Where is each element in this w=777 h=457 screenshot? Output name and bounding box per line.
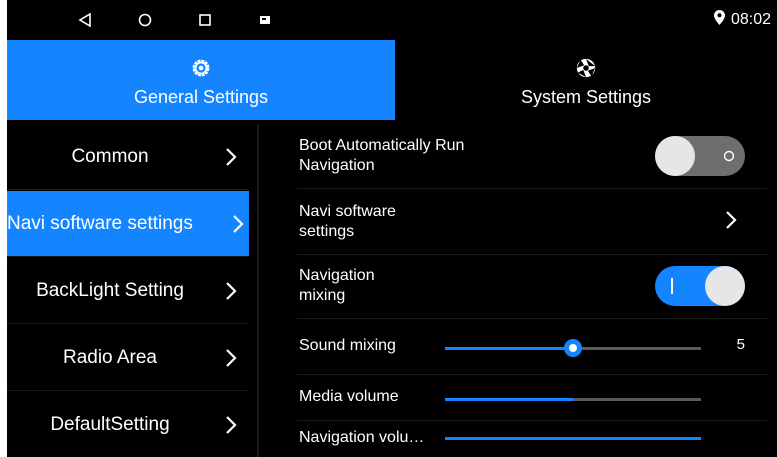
sound-mixing-value: 5 <box>736 336 745 353</box>
slider-fill <box>445 437 701 440</box>
slider-fill <box>445 398 573 401</box>
chevron-right-icon <box>213 281 249 301</box>
toggle-off-icon <box>723 150 735 162</box>
tab-system-settings[interactable]: System Settings <box>395 40 777 120</box>
chevron-right-icon <box>213 415 249 435</box>
sidebar: Common Navi software settings BackLight … <box>7 124 259 457</box>
media-volume-label: Media volume <box>299 388 399 405</box>
navigation-mixing-label: Navigation mixing <box>299 267 375 304</box>
chevron-right-icon <box>213 147 249 167</box>
slider-fill <box>445 347 573 350</box>
location-pin-icon <box>713 10 725 30</box>
toggle-on-icon <box>671 278 673 294</box>
gear-icon <box>190 53 212 83</box>
tab-label: System Settings <box>520 86 652 107</box>
sidebar-item-common[interactable]: Common <box>7 124 249 190</box>
navi-software-row[interactable]: Navi software settings <box>297 188 767 255</box>
screenshot-icon <box>253 0 277 40</box>
sidebar-item-backlight-setting[interactable]: BackLight Setting <box>7 258 249 324</box>
sidebar-item-navi-software-settings[interactable]: Navi software settings <box>7 191 249 257</box>
aperture-icon <box>575 53 597 83</box>
status-bar: 08:02 <box>7 0 777 40</box>
navigation-volume-row: Navigation volu… <box>297 420 767 457</box>
chevron-right-icon <box>725 210 737 235</box>
toggle-knob <box>655 136 695 176</box>
slider-thumb[interactable] <box>564 339 582 357</box>
tab-label: General Settings <box>133 86 269 107</box>
sidebar-item-label: Common <box>71 145 149 167</box>
recents-icon[interactable] <box>193 0 217 40</box>
settings-panel: Boot Automatically Run Navigation Navi s… <box>297 124 767 457</box>
settings-screen: 08:02 General Settings System Settings C… <box>7 0 777 457</box>
navi-software-label: Navi software settings <box>299 203 396 240</box>
navigation-mixing-row[interactable]: Navigation mixing <box>297 254 767 319</box>
navigation-mixing-toggle[interactable] <box>655 266 745 306</box>
media-volume-slider[interactable] <box>445 398 701 401</box>
sidebar-item-label: DefaultSetting <box>50 413 170 435</box>
boot-auto-run-row[interactable]: Boot Automatically Run Navigation <box>297 124 767 189</box>
chevron-right-icon <box>213 348 249 368</box>
tab-general-settings[interactable]: General Settings <box>7 40 395 120</box>
chevron-right-icon <box>227 214 249 234</box>
clock-time: 08:02 <box>730 11 771 28</box>
home-icon[interactable] <box>133 0 157 40</box>
sidebar-item-default-setting[interactable]: DefaultSetting <box>7 392 249 457</box>
sidebar-item-label: Navi software settings <box>7 212 193 234</box>
sound-mixing-slider[interactable] <box>445 339 701 357</box>
sidebar-item-radio-area[interactable]: Radio Area <box>7 325 249 391</box>
sidebar-divider <box>257 124 259 457</box>
toggle-knob <box>705 266 745 306</box>
settings-tabs: General Settings System Settings <box>7 40 777 120</box>
back-icon[interactable] <box>73 0 97 40</box>
boot-auto-run-toggle[interactable] <box>655 136 745 176</box>
media-volume-row: Media volume <box>297 374 767 421</box>
sound-mixing-row: Sound mixing 5 <box>297 318 767 375</box>
status-clock: 08:02 <box>713 0 771 40</box>
sound-mixing-label: Sound mixing <box>299 337 396 354</box>
navigation-volume-slider[interactable] <box>445 437 701 440</box>
navigation-volume-label: Navigation volu… <box>299 429 425 446</box>
sidebar-item-label: BackLight Setting <box>36 279 184 301</box>
sidebar-item-label: Radio Area <box>62 346 157 368</box>
boot-auto-run-label: Boot Automatically Run Navigation <box>299 137 465 174</box>
